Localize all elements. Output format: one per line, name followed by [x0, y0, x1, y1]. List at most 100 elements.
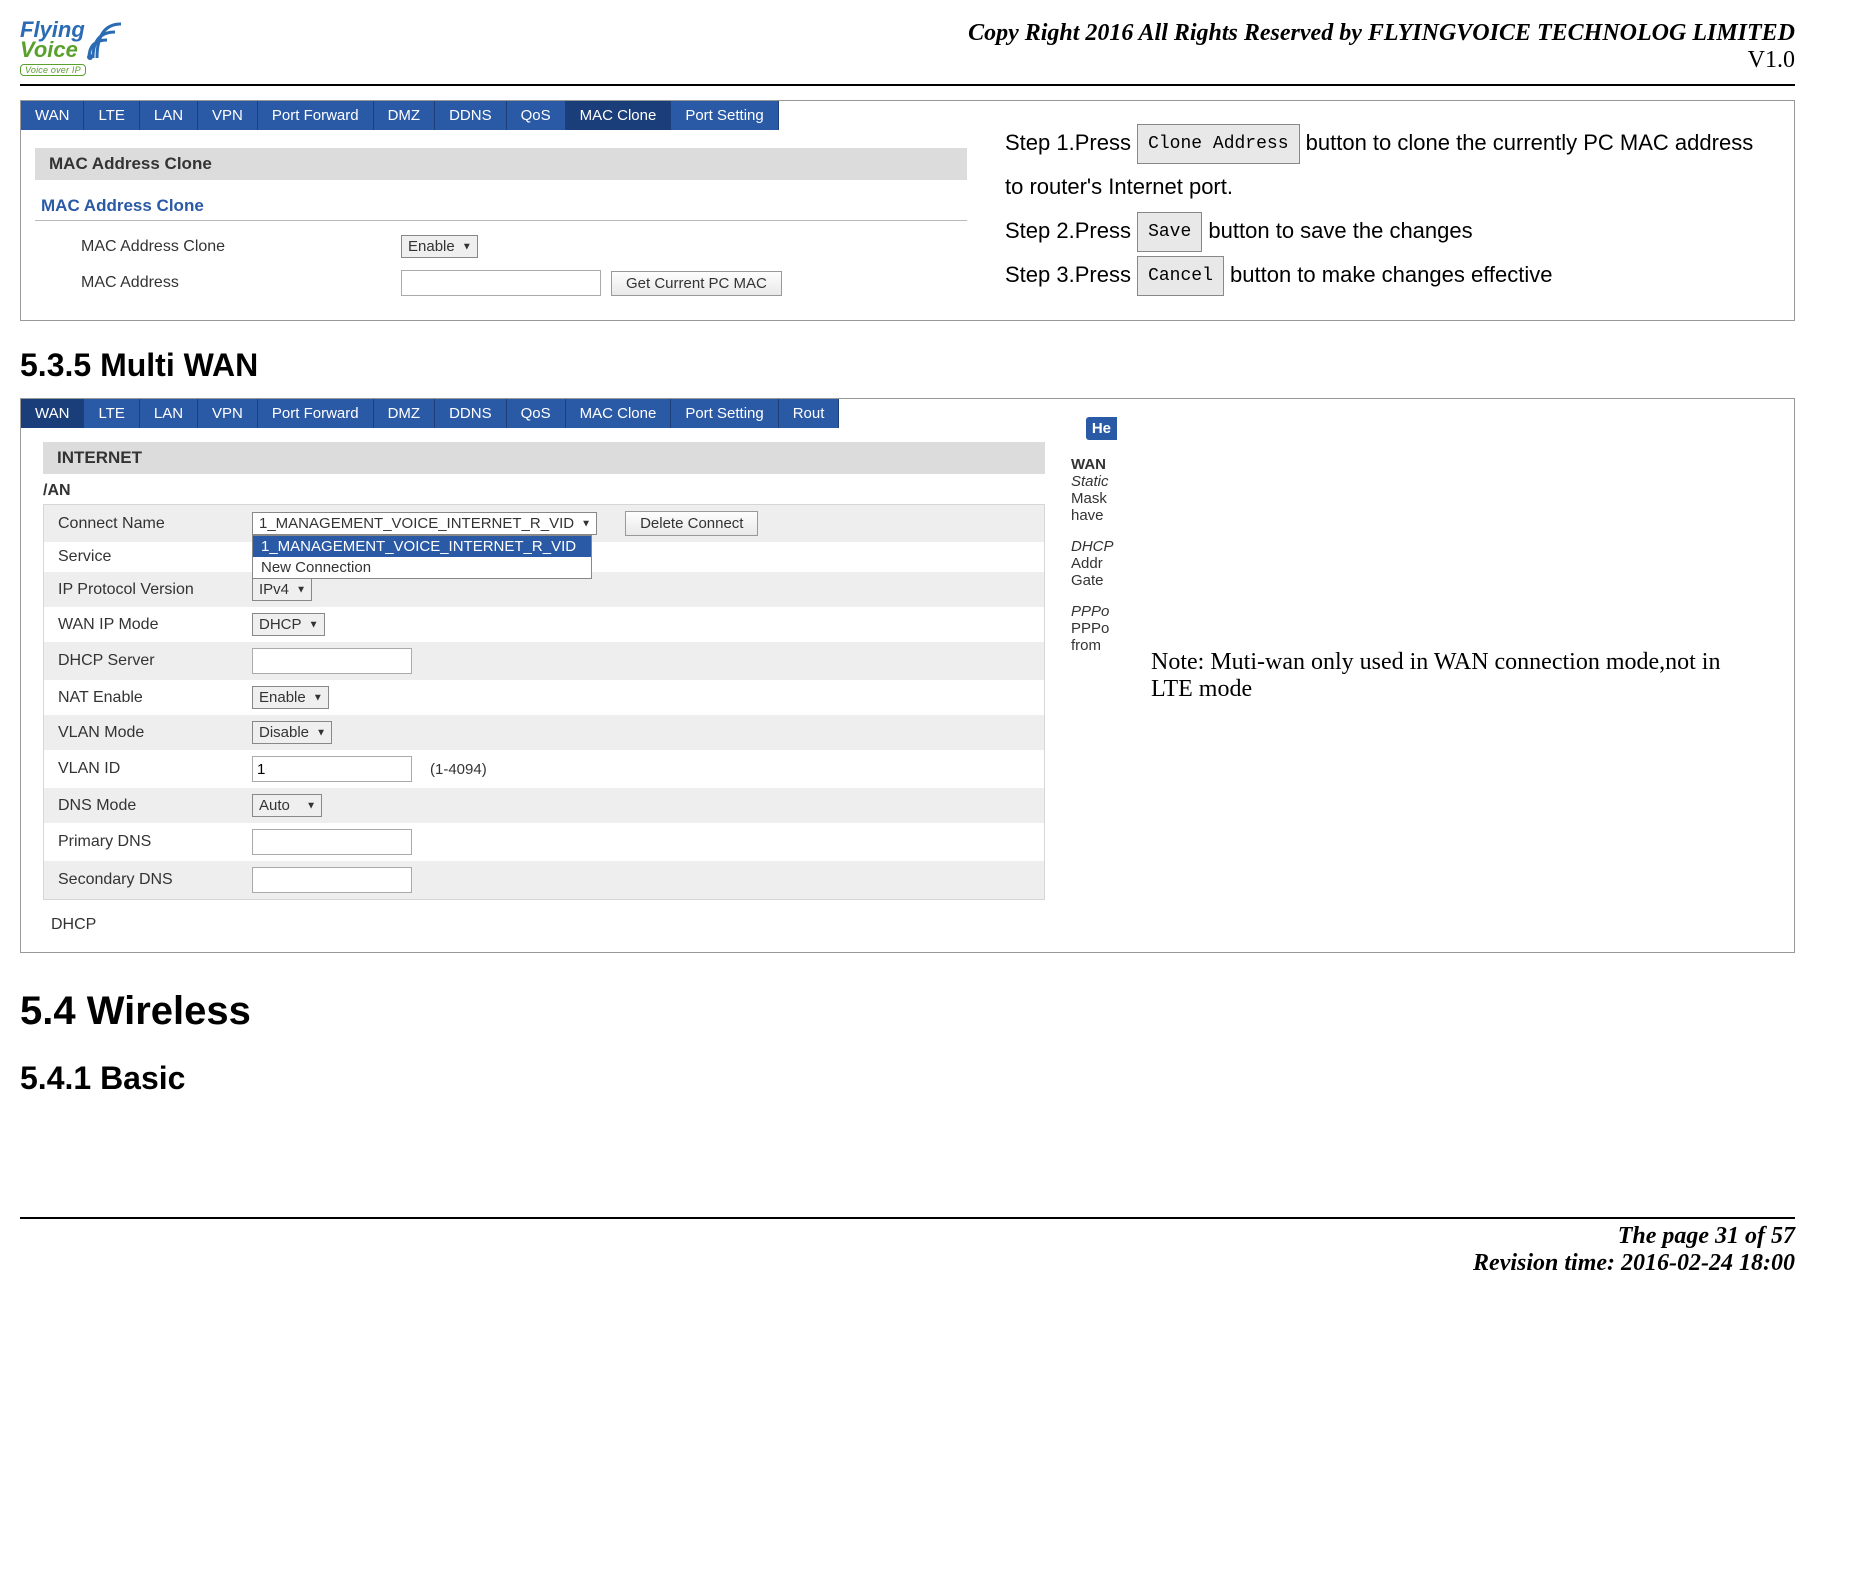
tab-dmz[interactable]: DMZ [374, 101, 436, 130]
tab-rout[interactable]: Rout [779, 399, 840, 428]
select-mac-clone[interactable]: Enable [401, 235, 478, 258]
select-connect-name[interactable]: 1_MANAGEMENT_VOICE_INTERNET_R_VID [252, 512, 597, 535]
input-vlan-id[interactable] [252, 756, 412, 782]
header-divider [20, 84, 1795, 86]
tab-port-forward[interactable]: Port Forward [258, 101, 374, 130]
help-gate: Gate [1071, 572, 1117, 589]
copyright-text: Copy Right 2016 All Rights Reserved by F… [968, 20, 1795, 47]
label-wan-ip-mode: WAN IP Mode [52, 616, 252, 634]
nav-tabs: WANLTELANVPNPort ForwardDMZDDNSQoSMAC Cl… [21, 101, 981, 130]
label-service: Service [52, 548, 252, 566]
form-row-secondary-dns: Secondary DNS [44, 861, 1044, 899]
help-addr: Addr [1071, 555, 1117, 572]
tab-wan[interactable]: WAN [21, 399, 84, 428]
input-primary-dns[interactable] [252, 829, 412, 855]
select-ip-proto[interactable]: IPv4 [252, 578, 312, 601]
label-vlan-mode: VLAN Mode [52, 724, 252, 742]
help-dhcp: DHCP [1071, 538, 1117, 555]
group-rule [35, 220, 967, 221]
form-row-nat-enable: NAT Enable Enable [44, 680, 1044, 715]
form-row-mac-clone: MAC Address Clone Enable [21, 229, 981, 264]
label-dhcp-server: DHCP Server [52, 652, 252, 670]
page-header: Flying Voice Voice over IP Copy Right 20… [20, 20, 1795, 78]
group-title-an: /AN [21, 474, 1067, 504]
label-nat-enable: NAT Enable [52, 689, 252, 707]
tab-port-setting[interactable]: Port Setting [671, 399, 778, 428]
connect-name-dropdown[interactable]: 1_MANAGEMENT_VOICE_INTERNET_R_VID New Co… [252, 535, 592, 579]
section-bar-internet: INTERNET [43, 442, 1045, 474]
input-dhcp-server[interactable] [252, 648, 412, 674]
note-text: Note: Muti-wan only used in WAN connecti… [1151, 649, 1764, 703]
step2-post: button to save the changes [1208, 218, 1472, 243]
tab-lan[interactable]: LAN [140, 101, 198, 130]
cancel-button[interactable]: Cancel [1137, 256, 1224, 296]
mac-clone-row: WANLTELANVPNPort ForwardDMZDDNSQoSMAC Cl… [20, 100, 1795, 321]
tab-ddns[interactable]: DDNS [435, 101, 507, 130]
save-button[interactable]: Save [1137, 212, 1202, 252]
group-title: MAC Address Clone [21, 190, 981, 216]
tab-mac-clone[interactable]: MAC Clone [566, 399, 672, 428]
tab-lan[interactable]: LAN [140, 399, 198, 428]
form-row-dns-mode: DNS Mode Auto [44, 788, 1044, 823]
label-mac-clone: MAC Address Clone [81, 238, 401, 256]
tab-dmz[interactable]: DMZ [374, 399, 436, 428]
heading-54: 5.4 Wireless [20, 989, 1795, 1034]
tab-lte[interactable]: LTE [84, 399, 139, 428]
logo-text-voice: Voice [20, 40, 85, 60]
form-row-vlan-id: VLAN ID (1-4094) [44, 750, 1044, 788]
vlan-id-hint: (1-4094) [430, 761, 487, 778]
step1-pre: Step 1.Press [1005, 130, 1137, 155]
help-from: from [1071, 637, 1117, 654]
footer-revision: Revision time: 2016-02-24 18:00 [20, 1250, 1795, 1277]
help-pppo2: PPPo [1071, 620, 1117, 637]
form-grid: Connect Name 1_MANAGEMENT_VOICE_INTERNET… [43, 504, 1045, 900]
step3-post: button to make changes effective [1230, 262, 1552, 287]
footer-page: The page 31 of 57 [20, 1223, 1795, 1250]
tab-vpn[interactable]: VPN [198, 399, 258, 428]
multi-wan-screenshot: WANLTELANVPNPort ForwardDMZDDNSQoSMAC Cl… [21, 399, 1121, 952]
select-wan-ip-mode[interactable]: DHCP [252, 613, 325, 636]
form-row-dhcp-server: DHCP Server [44, 642, 1044, 680]
input-mac-address[interactable] [401, 270, 601, 296]
delete-connect-button[interactable]: Delete Connect [625, 511, 758, 536]
clone-address-button[interactable]: Clone Address [1137, 124, 1299, 164]
tab-ddns[interactable]: DDNS [435, 399, 507, 428]
label-ip-proto: IP Protocol Version [52, 581, 252, 599]
dropdown-option-selected[interactable]: 1_MANAGEMENT_VOICE_INTERNET_R_VID [253, 536, 591, 557]
section-bar: MAC Address Clone [35, 148, 967, 180]
help-text-column: He WAN Static Mask have DHCP Addr Gate P… [1067, 399, 1121, 952]
tab-lte[interactable]: LTE [84, 101, 139, 130]
label-primary-dns: Primary DNS [52, 833, 252, 851]
footer-divider [20, 1217, 1795, 1219]
label-vlan-id: VLAN ID [52, 760, 252, 778]
tab-mac-clone[interactable]: MAC Clone [566, 101, 672, 130]
label-connect-name: Connect Name [52, 515, 252, 533]
dropdown-option[interactable]: New Connection [253, 557, 591, 578]
multi-wan-note: Note: Muti-wan only used in WAN connecti… [1121, 399, 1794, 952]
wifi-icon [87, 20, 121, 60]
label-secondary-dns: Secondary DNS [52, 871, 252, 889]
tab-qos[interactable]: QoS [507, 101, 566, 130]
heading-541: 5.4.1 Basic [20, 1060, 1795, 1097]
label-dns-mode: DNS Mode [52, 797, 252, 815]
select-nat-enable[interactable]: Enable [252, 686, 329, 709]
step3-pre: Step 3.Press [1005, 262, 1137, 287]
form-row-connect-name: Connect Name 1_MANAGEMENT_VOICE_INTERNET… [44, 505, 1044, 542]
help-badge[interactable]: He [1086, 417, 1117, 440]
tab-wan[interactable]: WAN [21, 101, 84, 130]
form-row-primary-dns: Primary DNS [44, 823, 1044, 861]
label-dhcp: DHCP [21, 900, 1067, 952]
help-static: Static [1071, 473, 1117, 490]
tab-port-setting[interactable]: Port Setting [671, 101, 778, 130]
input-secondary-dns[interactable] [252, 867, 412, 893]
select-vlan-mode[interactable]: Disable [252, 721, 332, 744]
select-dns-mode[interactable]: Auto [252, 794, 322, 817]
logo-subtext: Voice over IP [20, 64, 86, 76]
heading-535: 5.3.5 Multi WAN [20, 347, 1795, 384]
tab-qos[interactable]: QoS [507, 399, 566, 428]
tab-port-forward[interactable]: Port Forward [258, 399, 374, 428]
get-current-pc-mac-button[interactable]: Get Current PC MAC [611, 271, 782, 296]
version-text: V1.0 [968, 47, 1795, 74]
nav-tabs: WANLTELANVPNPort ForwardDMZDDNSQoSMAC Cl… [21, 399, 1067, 428]
tab-vpn[interactable]: VPN [198, 101, 258, 130]
